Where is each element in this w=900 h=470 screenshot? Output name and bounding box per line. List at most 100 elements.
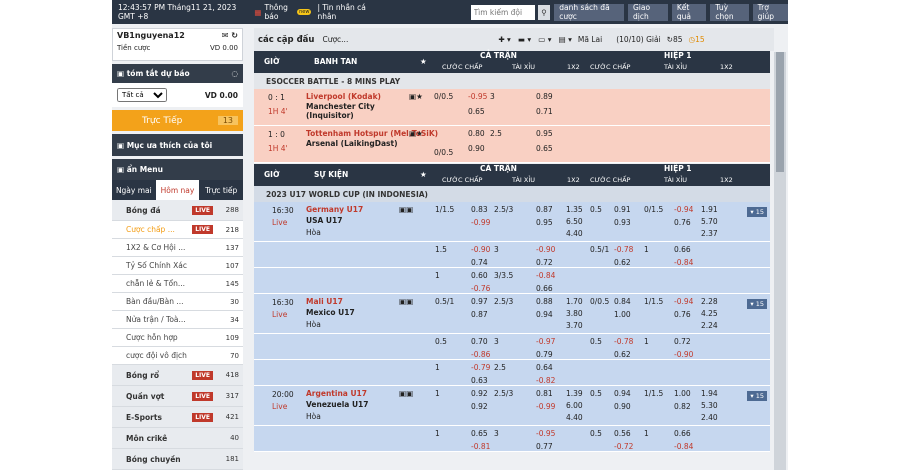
league-name: 2023 U17 WORLD CUP (IN INDONESIA) — [266, 190, 428, 199]
sport-item[interactable]: Quần vợt LIVE 317 — [112, 386, 243, 407]
live-label: Live — [272, 402, 288, 411]
sport-item[interactable]: cược đội vô địch 70 — [112, 347, 243, 365]
tv-icon[interactable]: ▣▣ — [399, 205, 413, 214]
tv-icon[interactable]: ▣★ — [409, 92, 423, 101]
timer-counter[interactable]: ◷15 — [689, 35, 705, 44]
options-button[interactable]: Tuỳ chọn — [710, 3, 749, 21]
sport-item[interactable]: Tỷ Số Chính Xác 107 — [112, 257, 243, 275]
more-button[interactable]: ▾ 15 — [747, 299, 767, 309]
league-select[interactable]: (10/10) Giải — [616, 35, 660, 44]
sport-item[interactable]: 1X2 & Cơ Hội ... 137 — [112, 239, 243, 257]
spinner-icon: ◌ — [231, 69, 238, 78]
results-button[interactable]: Kết quả — [671, 3, 707, 21]
odds-away: 0.90 — [468, 144, 485, 153]
bet-type-select[interactable]: Cược... — [322, 35, 348, 44]
panel-icon: ▣ — [117, 69, 127, 78]
tab-live[interactable]: Trực tiếp — [199, 180, 243, 200]
live-label: Live — [272, 310, 288, 319]
more-count: 15 — [755, 208, 764, 216]
home-team: Liverpool (Kodak) — [306, 92, 381, 101]
odds-value: 3.70 — [566, 321, 583, 330]
notifications-link[interactable]: ▦ Thông báo new — [254, 3, 312, 21]
odds-value: 1 — [644, 429, 649, 438]
favorites-header[interactable]: ▣ Mục ưa thích của tôi — [112, 134, 243, 156]
sport-label: Bóng chuyền — [126, 454, 181, 464]
league-name: ESOCCER BATTLE - 8 MINS PLAY — [266, 77, 401, 86]
odds-value: 0.5/1 — [590, 245, 610, 254]
sport-item[interactable]: Nửa trận / Toà... 34 — [112, 311, 243, 329]
odds-away: 0.65 — [468, 107, 485, 116]
sport-count: 40 — [230, 434, 239, 442]
star-icon[interactable]: ★ — [420, 170, 427, 179]
handicap: 0/0.5 — [434, 92, 454, 101]
more-button[interactable]: ▾ 15 — [747, 207, 767, 217]
odds-value: 1.94 — [701, 389, 718, 398]
refresh-icon[interactable]: ↻ — [231, 31, 238, 40]
odds-value: 3/3.5 — [494, 271, 514, 280]
odds-value: 2.40 — [701, 413, 718, 422]
odds-value: 0.74 — [471, 258, 488, 267]
col-sub: 1X2 — [720, 63, 733, 71]
odds-value: 1.00 — [614, 310, 631, 319]
odds-value: 3 — [494, 337, 499, 346]
sport-item[interactable]: Cược chấp ... LIVE 218 — [112, 221, 243, 239]
summary-header[interactable]: ▣ tóm tắt dự báo ◌ — [112, 64, 243, 83]
odds-value: 0.5 — [590, 337, 602, 346]
league-header[interactable]: ESOCCER BATTLE - 8 MINS PLAY — [254, 73, 770, 89]
draw-label: Hòa — [306, 412, 321, 421]
odds-value: 0.81 — [536, 389, 553, 398]
summary-title: tóm tắt dự báo — [126, 69, 190, 78]
odds-value: 1.00 — [674, 389, 691, 398]
odds-value: 0.72 — [536, 258, 553, 267]
odds-value: -0.99 — [471, 218, 491, 227]
sort-select[interactable]: Mã Lai — [578, 35, 602, 44]
help-button[interactable]: Trợ giúp — [752, 3, 788, 21]
sport-item[interactable]: Bóng rổ LIVE 418 — [112, 365, 243, 386]
summary-select[interactable]: Tất cả — [117, 88, 167, 102]
live-button[interactable]: Trực Tiếp 13 — [112, 110, 243, 131]
sport-item[interactable]: Bàn đầu/Bàn ... 30 — [112, 293, 243, 311]
odds-value: 2.5/3 — [494, 205, 514, 214]
transactions-button[interactable]: Giao dịch — [627, 3, 668, 21]
sport-item[interactable]: Môn crikê 40 — [112, 428, 243, 449]
sport-label: Quần vợt — [126, 391, 165, 401]
tab-today[interactable]: Hôm nay — [155, 180, 200, 200]
odds-value: 3 — [494, 429, 499, 438]
col-half: HIỆP 1 — [664, 51, 692, 60]
sport-item[interactable]: chẵn lẻ & Tổn... 145 — [112, 275, 243, 293]
messages-link[interactable]: | Tin nhắn cá nhân — [317, 3, 376, 21]
sport-item[interactable]: Cược hỗn hợp 109 — [112, 329, 243, 347]
odds-value: 1.5 — [435, 245, 447, 254]
plus-minus-controls[interactable]: ✚ ▾ ▬ ▾ ▭ ▾ ▤ ▾ — [498, 35, 572, 44]
search-input[interactable] — [470, 4, 535, 20]
odds-over: 0.89 — [536, 92, 553, 101]
scroll-thumb[interactable] — [776, 52, 784, 172]
tab-tomorrow[interactable]: Ngày mai — [112, 180, 156, 200]
goal-line: 3 — [490, 92, 495, 101]
odds-value: -0.79 — [471, 363, 491, 372]
match-row: 1 0.60 -0.76 3/3.5 -0.84 0.66 — [254, 268, 770, 294]
refresh-counter[interactable]: ↻85 — [667, 35, 683, 44]
odds-value: 0.97 — [471, 297, 488, 306]
sport-item[interactable]: E-Sports LIVE 421 — [112, 407, 243, 428]
hide-menu-header[interactable]: ▣ ẩn Menu — [112, 159, 243, 180]
more-button[interactable]: ▾ 15 — [747, 391, 767, 401]
sport-item[interactable]: Bóng đá LIVE 288 — [112, 200, 243, 221]
odds-value: 0.65 — [471, 429, 488, 438]
tv-icon[interactable]: ▣★ — [409, 129, 423, 138]
star-icon[interactable]: ★ — [420, 57, 427, 66]
mail-icon[interactable]: ✉ — [222, 31, 229, 40]
odds-value: 0.72 — [674, 337, 691, 346]
tv-icon[interactable]: ▣▣ — [399, 297, 413, 306]
home-team: Mali U17 — [306, 297, 343, 306]
scrollbar[interactable] — [774, 52, 786, 470]
live-badge: LIVE — [192, 370, 213, 380]
sport-item[interactable]: Bóng chuyền 181 — [112, 449, 243, 470]
bet-list-button[interactable]: danh sách đã cược — [554, 3, 624, 21]
search-icon[interactable]: ⚲ — [537, 4, 551, 20]
tv-icon[interactable]: ▣▣ — [399, 389, 413, 398]
league-header[interactable]: 2023 U17 WORLD CUP (IN INDONESIA) — [254, 186, 770, 202]
col-time: GIỜ — [264, 170, 280, 179]
panel-icon: ▣ — [117, 140, 127, 150]
sport-label: Tỷ Số Chính Xác — [126, 261, 187, 270]
